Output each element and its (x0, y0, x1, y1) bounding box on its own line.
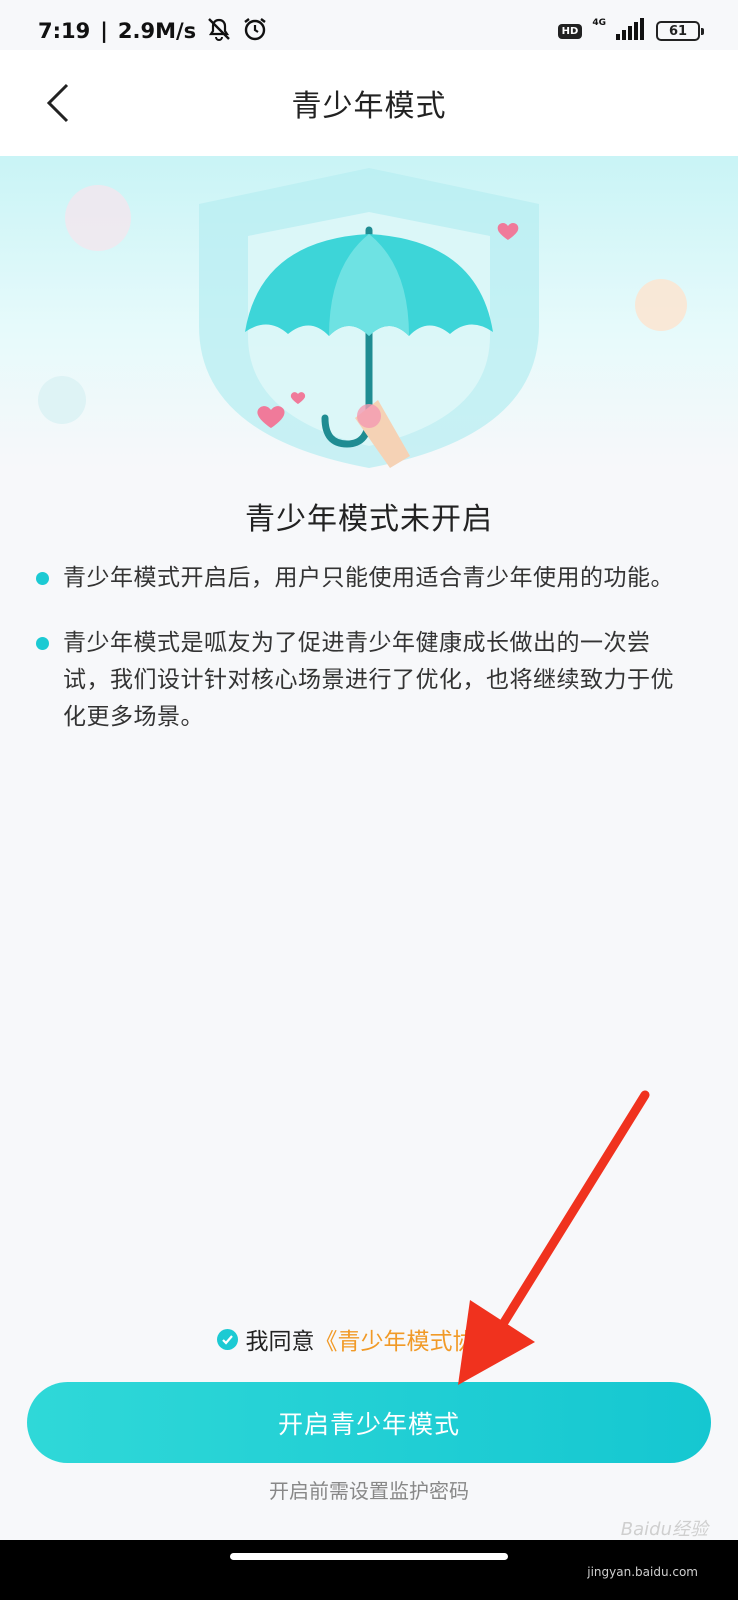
header: 青少年模式 (0, 50, 738, 156)
agreement-link[interactable]: 《青少年模式协议》 (315, 1322, 522, 1356)
page-title: 青少年模式 (291, 89, 447, 124)
status-network-speed: 2.9M/s (117, 19, 197, 43)
password-hint: 开启前需设置监护密码 (269, 1479, 469, 1503)
list-item: 青少年模式是呱友为了促进青少年健康成长做出的一次尝试，我们设计针对核心场景进行了… (36, 625, 696, 736)
umbrella-shield-illustration (38, 168, 687, 468)
hd-badge: HD (557, 23, 583, 39)
agree-checkbox[interactable] (216, 1328, 238, 1350)
description-list: 青少年模式开启后，用户只能使用适合青少年使用的功能。 青少年模式是呱友为了促进青… (36, 560, 696, 764)
agree-label: 我同意 (245, 1329, 315, 1355)
status-headline: 青少年模式未开启 (245, 502, 493, 537)
back-button[interactable] (30, 74, 86, 132)
list-item-text: 青少年模式开启后，用户只能使用适合青少年使用的功能。 (63, 565, 674, 591)
enable-youth-mode-button[interactable]: 开启青少年模式 (27, 1382, 711, 1463)
alarm-icon (242, 16, 268, 47)
watermark: Baidu经验 (620, 1519, 708, 1540)
home-indicator[interactable] (230, 1553, 508, 1560)
check-icon (221, 1334, 233, 1345)
list-item: 青少年模式开启后，用户只能使用适合青少年使用的功能。 (36, 560, 696, 597)
status-divider: | (100, 19, 108, 43)
status-right: HD 4G 61 (557, 18, 704, 44)
status-time: 7:19 (38, 19, 91, 43)
signal-icon (616, 18, 646, 44)
bullet-dot-icon (36, 572, 49, 585)
battery-level: 61 (668, 23, 688, 39)
bullet-dot-icon (36, 637, 49, 650)
list-item-text: 青少年模式是呱友为了促进青少年健康成长做出的一次尝试，我们设计针对核心场景进行了… (63, 630, 674, 730)
hero-illustration (0, 156, 738, 468)
status-left: 7:19 | 2.9M/s (38, 16, 268, 47)
watermark-url: jingyan.baidu.com (587, 1565, 698, 1579)
mute-icon (206, 17, 232, 46)
battery-icon: 61 (656, 21, 704, 41)
chevron-left-icon (46, 83, 69, 123)
network-type: 4G (592, 18, 606, 28)
agreement-row: 我同意 《青少年模式协议》 (0, 1322, 738, 1356)
